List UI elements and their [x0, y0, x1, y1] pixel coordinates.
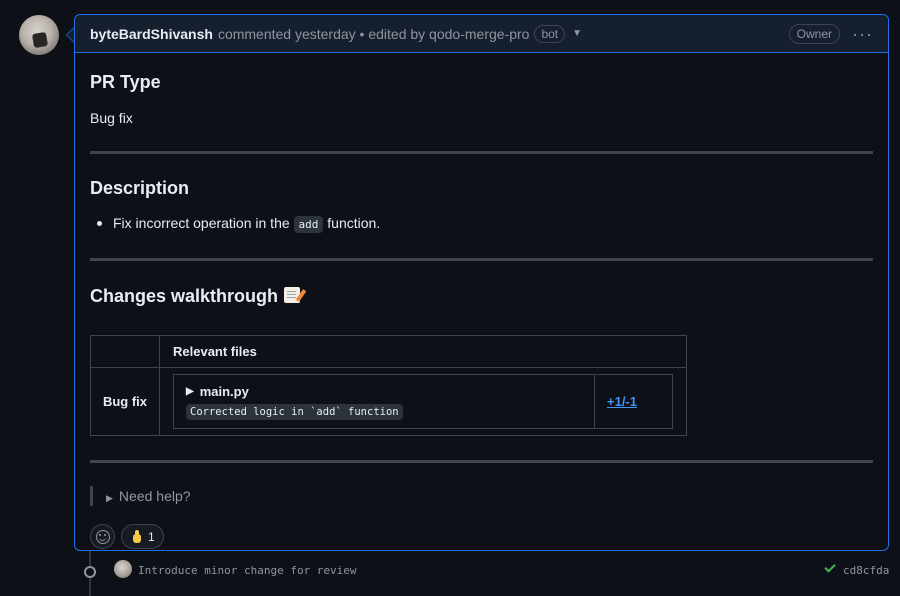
table-corner-cell: [90, 335, 160, 368]
description-text: Fix incorrect operation in the: [113, 215, 290, 231]
walkthrough-heading-text: Changes walkthrough: [90, 286, 279, 306]
owner-badge: Owner: [788, 23, 841, 44]
files-cell: ▶ main.py Corrected logic in `add` funct…: [159, 367, 687, 436]
thumbs-up-reaction[interactable]: 1: [121, 524, 164, 549]
pr-type-heading: PR Type: [90, 72, 161, 92]
memo-icon: [284, 287, 301, 303]
commit-author-avatar[interactable]: [114, 560, 132, 578]
walkthrough-table: Relevant files Bug fix ▶ main.py Correct…: [90, 335, 687, 436]
commit-icon: [78, 566, 102, 578]
description-text-end: function.: [327, 215, 381, 231]
bot-badge: bot: [534, 24, 566, 43]
commit-sha[interactable]: cd8cfda: [843, 564, 889, 577]
need-help-details[interactable]: ▶ Need help?: [90, 486, 191, 506]
divider: [90, 258, 873, 261]
reactions-bar: 1: [90, 524, 164, 549]
comment-meta[interactable]: commented yesterday • edited by qodo-mer…: [218, 26, 530, 42]
divider: [90, 460, 873, 463]
need-help-label: Need help?: [118, 488, 191, 504]
comment-header: byteBardShivansh commented yesterday • e…: [75, 15, 888, 53]
chevron-down-icon[interactable]: ▼: [572, 28, 582, 39]
file-description: Corrected logic in `add` function: [186, 403, 403, 420]
comment-pointer: [66, 27, 74, 43]
check-icon[interactable]: [824, 561, 836, 573]
table-row: Bug fix ▶ main.py Corrected logic in `ad…: [90, 367, 687, 436]
smiley-icon: [95, 529, 110, 544]
walkthrough-heading: Changes walkthrough: [90, 286, 301, 307]
diff-cell: +1/-1: [594, 374, 673, 429]
comment-box: byteBardShivansh commented yesterday • e…: [74, 14, 889, 551]
thumbs-up-icon: [130, 530, 142, 543]
row-label-bug-fix: Bug fix: [90, 367, 160, 436]
inline-code: add: [293, 216, 324, 233]
more-options-icon[interactable]: ···: [852, 25, 873, 43]
commit-message[interactable]: Introduce minor change for review: [138, 564, 357, 577]
list-item: Fix incorrect operation in the add funct…: [90, 215, 381, 233]
file-summary[interactable]: ▶ main.py: [186, 384, 582, 399]
divider: [90, 151, 873, 154]
expand-triangle-icon[interactable]: ▶: [106, 493, 113, 503]
expand-triangle-icon[interactable]: ▶: [186, 386, 194, 397]
column-header-relevant-files: Relevant files: [159, 335, 687, 368]
description-heading: Description: [90, 178, 190, 198]
author-avatar[interactable]: [19, 15, 59, 55]
diff-stat-link[interactable]: +1/-1: [607, 394, 637, 409]
file-table: ▶ main.py Corrected logic in `add` funct…: [173, 374, 673, 429]
file-name: main.py: [199, 383, 249, 399]
author-link[interactable]: byteBardShivansh: [90, 26, 213, 42]
add-reaction-button[interactable]: [90, 524, 115, 549]
description-list: Fix incorrect operation in the add funct…: [90, 215, 381, 233]
pr-type-value: Bug fix: [90, 110, 133, 126]
reaction-count: 1: [148, 529, 155, 544]
file-entry[interactable]: ▶ main.py Corrected logic in `add` funct…: [173, 374, 595, 429]
